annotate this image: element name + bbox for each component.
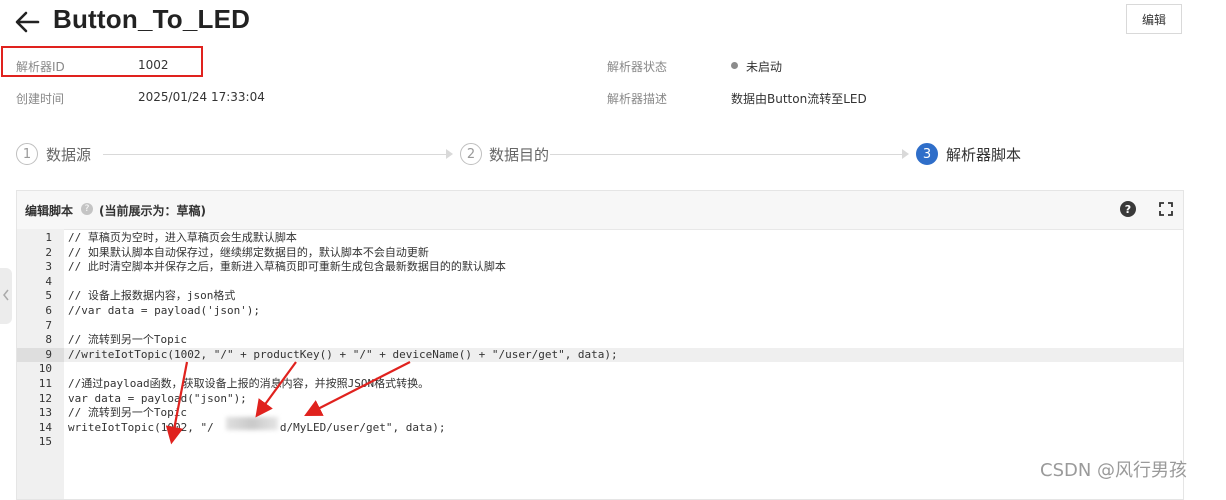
fullscreen-icon[interactable]: [1159, 202, 1173, 216]
info-hint-icon[interactable]: ?: [81, 203, 93, 215]
step-2-circle[interactable]: 2: [460, 143, 482, 165]
code-line[interactable]: // 设备上报数据内容，json格式: [68, 289, 235, 304]
watermark: CSDN @风行男孩: [1040, 460, 1188, 481]
parser-desc-label: 解析器描述: [607, 92, 668, 106]
line-number-gutter: 1 2 3 4 5 6 7 8 9 10 11 12 13 14 15: [17, 229, 64, 499]
line-number: 11: [38, 377, 52, 390]
line-number: 9: [45, 347, 52, 361]
line-number: 2: [45, 245, 52, 259]
line-number: 15: [38, 435, 52, 449]
created-time-label: 创建时间: [16, 92, 65, 106]
code-line[interactable]: // 流转到另一个Topic: [68, 333, 187, 348]
parser-id-label: 解析器ID: [16, 60, 65, 74]
code-line[interactable]: //writeIotTopic(1002, "/" + productKey()…: [68, 348, 618, 363]
parser-desc-value: 数据由Button流转至LED: [731, 92, 867, 106]
code-line[interactable]: //var data = payload('json');: [68, 304, 260, 319]
code-line[interactable]: // 如果默认脚本自动保存过，继续绑定数据目的，默认脚本不会自动更新: [68, 246, 429, 261]
line-number: 13: [38, 406, 52, 420]
step-connector-arrow-icon: [446, 149, 453, 159]
step-2-label[interactable]: 数据目的: [489, 144, 549, 165]
code-text-area[interactable]: // 草稿页为空时，进入草稿页会生成默认脚本// 如果默认脚本自动保存过，继续绑…: [64, 229, 1183, 499]
code-line[interactable]: // 流转到另一个Topic: [68, 406, 187, 421]
redacted-text-blur: [226, 417, 278, 430]
script-editor: 编辑脚本 ? (当前展示为：草稿) ? 1 2 3 4 5 6 7 8 9 10 11 12 13 14 1…: [16, 190, 1184, 500]
code-line[interactable]: // 此时清空脚本并保存之后，重新进入草稿页即可重新生成包含最新数据目的的默认脚…: [68, 260, 506, 275]
status-dot-icon: [731, 62, 738, 69]
step-3-circle[interactable]: 3: [916, 143, 938, 165]
line-number: 7: [45, 318, 52, 332]
line-number: 14: [38, 420, 52, 434]
parser-status-label: 解析器状态: [607, 60, 668, 74]
active-line-gutter-highlight: [17, 347, 64, 363]
line-number: 5: [45, 289, 52, 303]
edit-button[interactable]: 编辑: [1126, 4, 1182, 34]
step-3-label[interactable]: 解析器脚本: [946, 144, 1021, 165]
chevron-left-icon: [3, 289, 9, 301]
draft-note: (当前展示为：草稿): [99, 204, 206, 218]
line-number: 1: [45, 231, 52, 244]
step-connector: [550, 154, 903, 155]
step-connector: [103, 154, 447, 155]
code-line[interactable]: var data = payload("json");: [68, 392, 247, 407]
line-number: 6: [45, 304, 52, 317]
line-number: 3: [45, 260, 52, 274]
code-line[interactable]: // 草稿页为空时，进入草稿页会生成默认脚本: [68, 231, 297, 246]
line-number: 12: [38, 391, 52, 405]
step-connector-arrow-icon: [902, 149, 909, 159]
parser-id-value: 1002: [138, 58, 169, 72]
step-1-circle[interactable]: 1: [16, 143, 38, 165]
editor-title: 编辑脚本: [25, 204, 74, 218]
parser-status-value: 未启动: [746, 60, 783, 74]
step-1-label[interactable]: 数据源: [46, 144, 91, 165]
back-arrow-icon[interactable]: [14, 10, 40, 34]
page-title: Button_To_LED: [53, 4, 251, 34]
help-icon[interactable]: ?: [1120, 201, 1136, 217]
created-time-value: 2025/01/24 17:33:04: [138, 90, 265, 104]
line-number: 10: [38, 362, 52, 376]
code-line[interactable]: //通过payload函数，获取设备上报的消息内容，并按照JSON格式转换。: [68, 377, 429, 392]
line-number: 8: [45, 333, 52, 347]
line-number: 4: [45, 274, 52, 288]
editor-toolbar: 编辑脚本 ? (当前展示为：草稿) ?: [17, 191, 1183, 230]
